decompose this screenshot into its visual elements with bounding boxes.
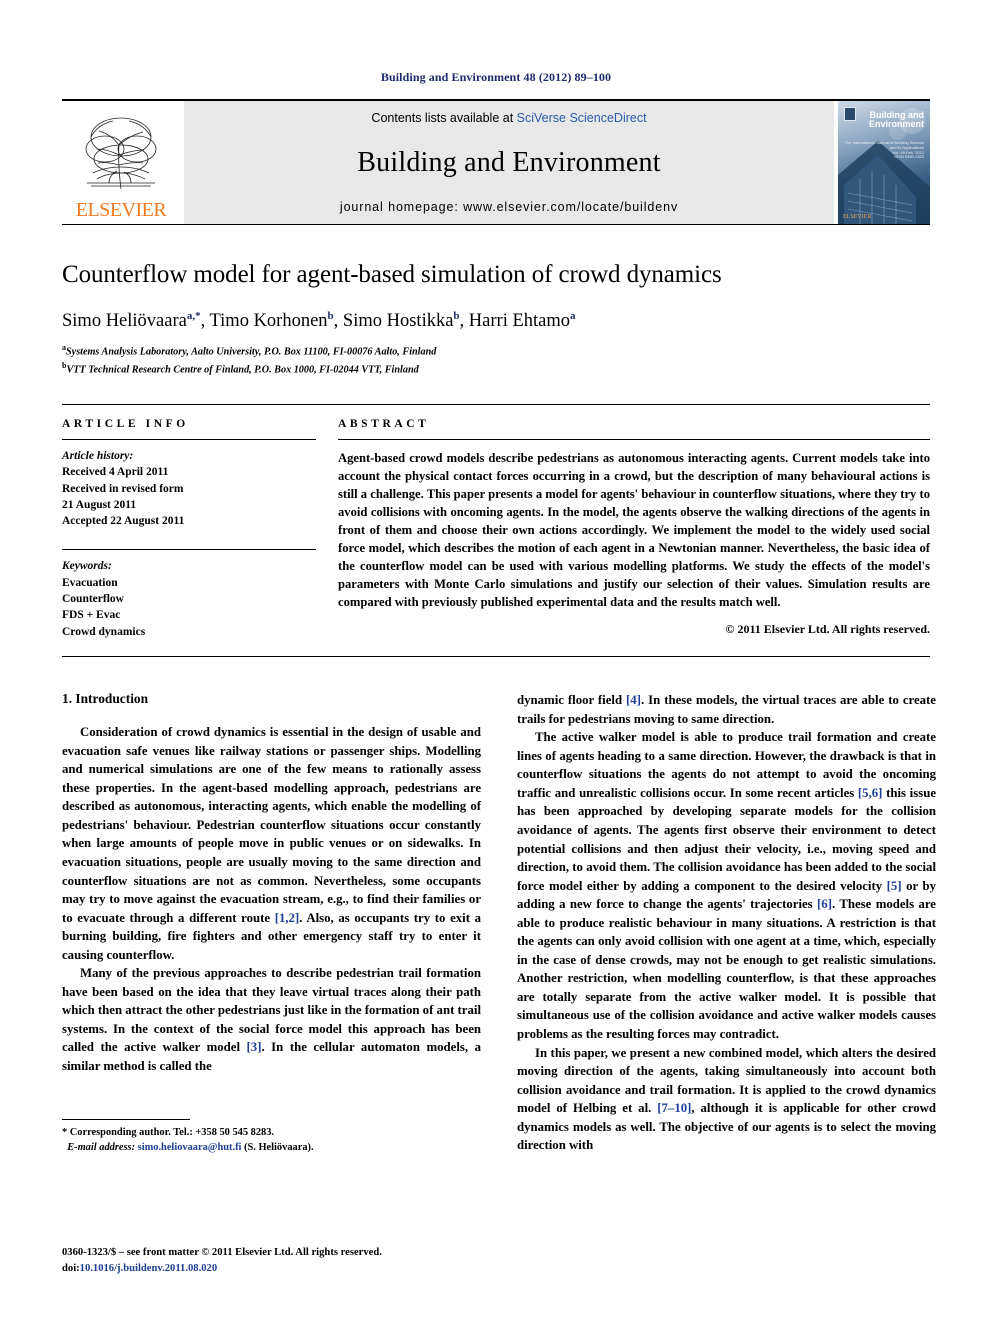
article-history-item: Received 4 April 2011 — [62, 466, 169, 479]
email-link[interactable]: simo.heliovaara@hut.fi — [138, 1142, 242, 1153]
paper-page: Building and Environment 48 (2012) 89–10… — [0, 0, 992, 1323]
affiliation-a-text: Systems Analysis Laboratory, Aalto Unive… — [66, 346, 437, 358]
body-paragraph: Many of the previous approaches to descr… — [62, 966, 481, 1073]
keywords-rule — [62, 549, 316, 551]
doi-line: doi:10.1016/j.buildenv.2011.08.020 — [62, 1261, 492, 1277]
doi-link[interactable]: 10.1016/j.buildenv.2011.08.020 — [80, 1263, 217, 1274]
keyword-item: Crowd dynamics — [62, 625, 146, 638]
abstract-rule — [338, 438, 930, 440]
body-paragraph: In this paper, we present a new combined… — [517, 1045, 936, 1153]
footnote-rule — [62, 1118, 190, 1120]
body-column-right: dynamic floor field [4]. In these models… — [517, 691, 936, 1155]
article-info-column: ARTICLE INFO Article history: Received 4… — [62, 418, 334, 640]
title-block: Counterflow model for agent-based simula… — [62, 261, 930, 378]
footnote-email: E-mail address: simo.heliovaara@hut.fi (… — [62, 1140, 481, 1155]
cover-issn: ISSN 0360-1323 — [894, 154, 924, 160]
email-label: E-mail address: — [67, 1141, 136, 1153]
abstract-column: ABSTRACT Agent-based crowd models descri… — [334, 418, 930, 640]
article-history-label: Article history: — [62, 449, 134, 462]
keyword-item: Evacuation — [62, 576, 118, 589]
body-paragraph: Consideration of crowd dynamics is essen… — [62, 725, 482, 962]
footnote-area: * Corresponding author. Tel.: +358 50 54… — [62, 1118, 481, 1155]
article-info-heading: ARTICLE INFO — [62, 417, 189, 430]
article-history-item: 21 August 2011 — [62, 498, 137, 511]
sciencedirect-link[interactable]: SciVerse ScienceDirect — [517, 111, 647, 125]
cover-title: Building and Environment — [868, 110, 924, 130]
body-column-left: 1. Introduction Consideration of crowd d… — [62, 691, 481, 1155]
body-columns: 1. Introduction Consideration of crowd d… — [62, 691, 936, 1155]
author-list: Simo Heliövaaraa,*, Timo Korhonenb, Simo… — [62, 309, 576, 331]
contents-available-line: Contents lists available at SciVerse Sci… — [371, 111, 646, 125]
email-suffix: (S. Heliövaara). — [244, 1141, 314, 1153]
section-title-introduction: 1. Introduction — [62, 691, 149, 707]
abstract-text: Agent-based crowd models describe pedest… — [338, 450, 930, 609]
journal-band: Contents lists available at SciVerse Sci… — [184, 101, 834, 224]
elsevier-logo: ELSEVIER — [62, 101, 180, 224]
body-paragraph: dynamic floor field [4]. In these models… — [517, 693, 936, 726]
affiliation-a: aSystems Analysis Laboratory, Aalto Univ… — [62, 342, 930, 360]
keyword-item: FDS + Evac — [62, 609, 121, 622]
running-head: Building and Environment 48 (2012) 89–10… — [380, 70, 612, 84]
cover-title-line2: Environment — [868, 119, 924, 130]
cover-logo-badge — [844, 107, 856, 121]
affiliation-b-text: VTT Technical Research Centre of Finland… — [66, 364, 419, 376]
elsevier-tree-icon — [85, 117, 157, 190]
article-history-item: Accepted 22 August 2011 — [62, 515, 185, 528]
keyword-item: Counterflow — [62, 593, 124, 606]
journal-masthead: ELSEVIER Contents lists available at Sci… — [62, 99, 930, 225]
article-info-rule — [62, 438, 316, 440]
imprint-block: 0360-1323/$ – see front matter © 2011 El… — [62, 1245, 492, 1277]
body-paragraph: The active walker model is able to produ… — [517, 730, 936, 1041]
cover-subtitle: The International Journal of Building Sc… — [838, 140, 924, 160]
footnote-corresponding-author: * Corresponding author. Tel.: +358 50 54… — [62, 1126, 275, 1138]
journal-title: Building and Environment — [357, 146, 661, 178]
keywords-label: Keywords: — [62, 560, 112, 573]
journal-cover-thumbnail: Building and Environment The Internation… — [838, 101, 930, 224]
affiliation-b: bVTT Technical Research Centre of Finlan… — [62, 360, 930, 378]
info-abstract-band: ARTICLE INFO Article history: Received 4… — [62, 403, 930, 658]
elsevier-wordmark: ELSEVIER — [75, 199, 167, 221]
journal-homepage-line[interactable]: journal homepage: www.elsevier.com/locat… — [340, 200, 678, 214]
doi-label: doi: — [62, 1263, 80, 1275]
cover-publisher: ELSEVIER — [843, 214, 872, 220]
contents-prefix: Contents lists available at — [371, 111, 517, 125]
article-history-item: Received in revised form — [62, 482, 184, 495]
abstract-copyright: © 2011 Elsevier Ltd. All rights reserved… — [725, 621, 930, 636]
article-title: Counterflow model for agent-based simula… — [62, 261, 722, 288]
abstract-heading: ABSTRACT — [338, 417, 430, 430]
imprint-line: 0360-1323/$ – see front matter © 2011 El… — [62, 1247, 382, 1259]
